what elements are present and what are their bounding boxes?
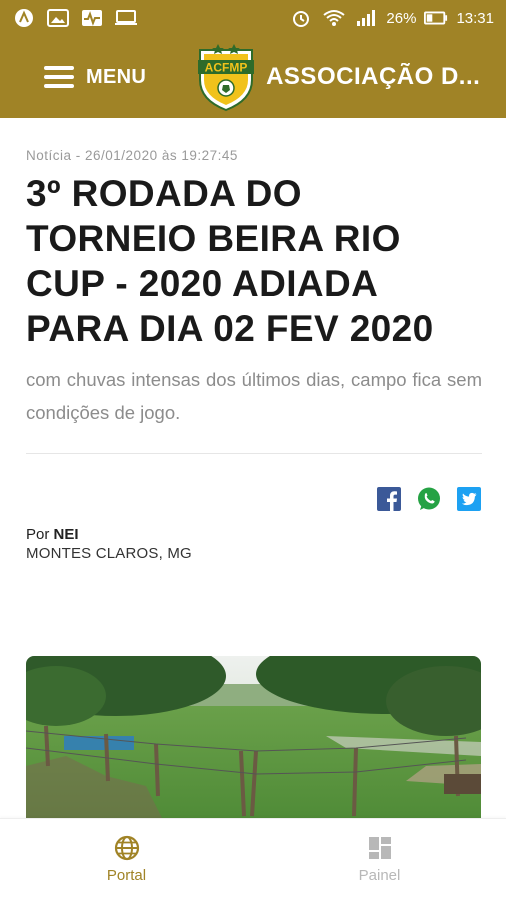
globe-icon [114,835,140,861]
article: Notícia - 26/01/2020 às 19:27:45 3º RODA… [26,118,482,562]
app-title: ASSOCIAÇÃO D... [266,63,481,90]
alarm-icon [290,8,314,28]
menu-label: MENU [86,65,147,88]
share-bar [26,486,482,512]
battery-icon [424,8,448,28]
field-photo-image [26,656,481,826]
twitter-icon[interactable] [456,486,482,512]
menu-button[interactable]: MENU [44,66,146,89]
nav-item-painel[interactable]: Painel [253,819,506,900]
author-name: NEI [53,526,79,543]
wifi-icon [322,8,346,28]
bottom-nav: Portal Painel [0,818,506,900]
club-logo: ACFMP [198,44,255,112]
status-bar: 26% 13:31 [0,0,506,36]
activity-icon [80,8,104,28]
divider [26,453,482,454]
app-bar: MENU ACFMP ASSOCIAÇÃO D... [0,36,506,118]
author-line: Por NEI [26,526,482,543]
article-lede: com chuvas intensas dos últimos dias, ca… [26,369,482,423]
app-notification-icon [12,8,36,28]
whatsapp-icon[interactable] [416,486,442,512]
screen: 26% 13:31 MENU ACFMP ASSOCIAÇÃO D... Not… [0,0,506,900]
nav-item-portal[interactable]: Portal [0,819,253,900]
author-prefix: Por [26,526,50,543]
gallery-icon [46,8,70,28]
clock: 13:31 [456,9,494,27]
article-meta: Notícia - 26/01/2020 às 19:27:45 [26,148,238,163]
nav-label-portal: Portal [106,867,147,884]
hamburger-icon [44,66,74,88]
dashboard-icon [367,835,393,861]
laptop-icon [114,8,138,28]
nav-label-painel: Painel [358,867,401,884]
battery-percent: 26% [386,9,417,27]
author-location: MONTES CLAROS, MG [26,545,192,562]
article-photo[interactable] [26,656,481,826]
signal-icon [354,8,378,28]
facebook-icon[interactable] [376,486,402,512]
article-headline: 3º RODADA DO TORNEIO BEIRA RIO CUP - 202… [26,173,434,349]
logo-text: ACFMP [205,61,248,75]
